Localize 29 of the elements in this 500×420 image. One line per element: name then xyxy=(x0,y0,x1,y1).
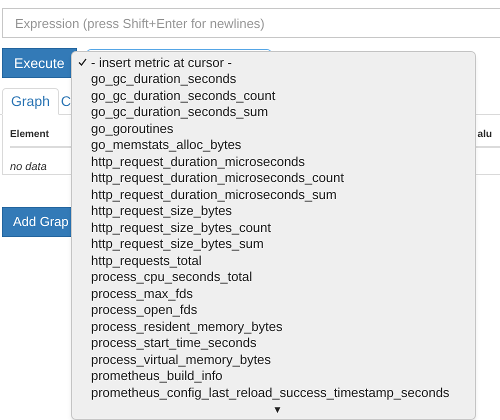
menu-item[interactable]: process_cpu_seconds_total xyxy=(72,268,475,285)
menu-item[interactable]: http_request_duration_microseconds_count xyxy=(72,170,475,186)
column-header: alu xyxy=(478,128,492,142)
menu-item[interactable]: go_goroutines xyxy=(72,120,475,136)
menu-item[interactable]: http_request_duration_microseconds_sum xyxy=(72,186,475,202)
menu-item[interactable]: prometheus_build_info xyxy=(72,368,475,384)
menu-item[interactable]: process_max_fds xyxy=(72,285,475,302)
menu-item[interactable]: http_request_size_bytes_sum xyxy=(72,236,475,252)
check-icon xyxy=(78,58,87,66)
empty-table-text: no data xyxy=(10,161,47,173)
menu-item[interactable]: http_request_size_bytes xyxy=(72,202,475,219)
tab[interactable]: C xyxy=(58,88,74,114)
menu-item[interactable]: http_request_duration_microseconds xyxy=(72,153,475,170)
menu-item[interactable]: process_start_time_seconds xyxy=(72,334,475,351)
add-graph-button[interactable]: Add Grap xyxy=(2,207,72,237)
menu-item[interactable]: go_gc_duration_seconds_sum xyxy=(72,104,475,120)
menu-item[interactable]: http_requests_total xyxy=(72,252,475,268)
scroll-down-arrow[interactable]: ▼ xyxy=(272,402,282,418)
menu-item[interactable]: prometheus_config_last_reload_success_timestamp_seconds xyxy=(72,384,475,400)
menu-item[interactable]: go_memstats_alloc_bytes xyxy=(72,136,475,153)
menu-item[interactable]: http_request_size_bytes_count xyxy=(72,219,475,236)
column-header: Element xyxy=(10,128,49,142)
expression-input[interactable]: Expression (press Shift+Enter for newlines) xyxy=(2,8,500,38)
menu-item[interactable]: process_resident_memory_bytes xyxy=(72,318,475,334)
execute-button[interactable]: Execute xyxy=(2,48,77,78)
menu-item[interactable]: process_open_fds xyxy=(72,302,475,318)
menu-item[interactable]: process_virtual_memory_bytes xyxy=(72,351,475,368)
menu-item[interactable]: go_gc_duration_seconds_count xyxy=(72,87,475,104)
tab[interactable]: Graph xyxy=(2,88,59,115)
